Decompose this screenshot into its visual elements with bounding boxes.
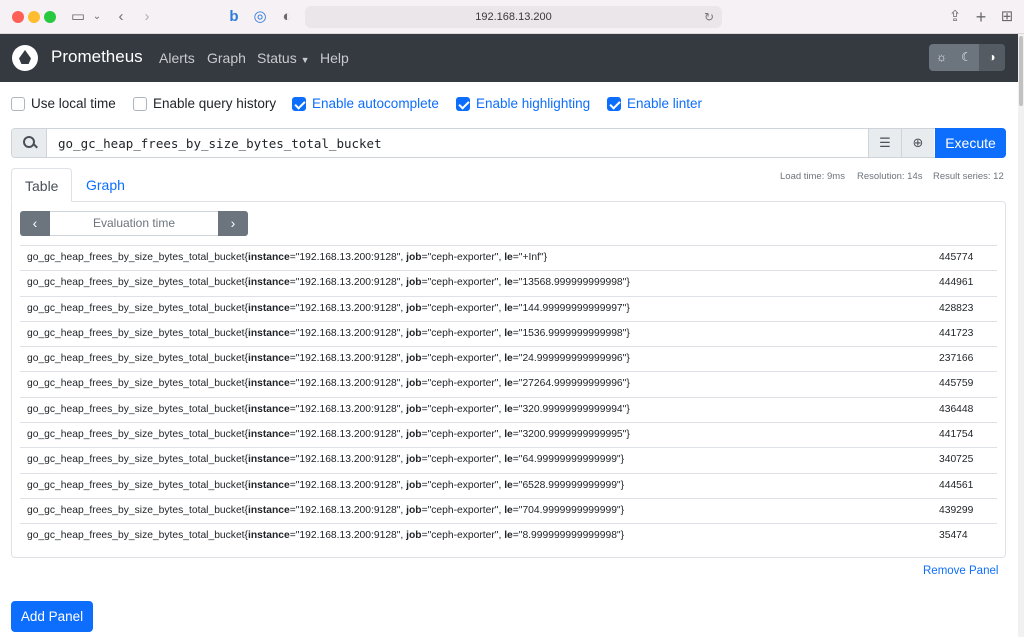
minimize-window-button[interactable] xyxy=(28,11,40,23)
series-label: go_gc_heap_frees_by_size_bytes_total_buc… xyxy=(27,429,630,441)
series-value: 444961 xyxy=(939,277,974,289)
series-value: 436448 xyxy=(939,403,974,415)
expression-input[interactable]: go_gc_heap_frees_by_size_bytes_total_buc… xyxy=(58,136,382,151)
use-local-time-checkbox[interactable] xyxy=(11,97,25,111)
series-label: go_gc_heap_frees_by_size_bytes_total_buc… xyxy=(27,277,630,289)
nav-status-label: Status xyxy=(257,50,297,66)
query-history-label: Enable query history xyxy=(153,96,277,111)
table-row: go_gc_heap_frees_by_size_bytes_total_buc… xyxy=(20,523,997,548)
navbar: Prometheus Alerts Graph Status ▼ Help ☼ … xyxy=(0,34,1018,82)
series-label: go_gc_heap_frees_by_size_bytes_total_buc… xyxy=(27,479,625,491)
page-scrollbar[interactable] xyxy=(1018,34,1024,637)
brand-link[interactable]: Prometheus xyxy=(51,47,143,67)
dark-theme-icon[interactable]: ☾ xyxy=(954,44,979,71)
nav-status[interactable]: Status ▼ xyxy=(257,50,310,66)
caret-down-icon: ▼ xyxy=(300,55,310,65)
execute-button[interactable]: Execute xyxy=(935,128,1006,158)
auto-theme-icon[interactable]: ◑ xyxy=(979,44,1005,71)
zoom-window-button[interactable] xyxy=(44,11,56,23)
url-text: 192.168.13.200 xyxy=(475,11,552,23)
table-row: go_gc_heap_frees_by_size_bytes_total_buc… xyxy=(20,396,997,422)
nav-graph[interactable]: Graph xyxy=(207,50,246,66)
query-history-checkbox[interactable] xyxy=(133,97,147,111)
linter-checkbox[interactable] xyxy=(607,97,621,111)
prometheus-logo-icon[interactable] xyxy=(12,45,38,71)
next-time-button[interactable]: › xyxy=(218,211,248,236)
share-icon[interactable]: ⇪ xyxy=(946,7,964,27)
forward-arrow-icon[interactable]: › xyxy=(139,7,155,27)
linter-label: Enable linter xyxy=(627,96,703,111)
table-row: go_gc_heap_frees_by_size_bytes_total_buc… xyxy=(20,422,997,447)
autocomplete-checkbox[interactable] xyxy=(292,97,306,111)
nav-alerts[interactable]: Alerts xyxy=(159,50,195,66)
sidebar-toggle-icon[interactable]: ▭ xyxy=(68,7,88,27)
browser-toolbar: ▭ ⌄ ‹ › b ◎ ◐ 192.168.13.200 ↻ ⇪ + ⊞ xyxy=(0,0,1024,34)
highlighting-checkbox[interactable] xyxy=(456,97,470,111)
evaluation-time-picker: ‹ Evaluation time › xyxy=(20,211,248,236)
series-label: go_gc_heap_frees_by_size_bytes_total_buc… xyxy=(27,504,625,516)
expression-input-group: go_gc_heap_frees_by_size_bytes_total_buc… xyxy=(11,128,1006,158)
tab-overview-icon[interactable]: ⊞ xyxy=(998,7,1016,27)
format-expression-icon[interactable]: ☰ xyxy=(868,129,901,157)
table-row: go_gc_heap_frees_by_size_bytes_total_buc… xyxy=(20,346,997,371)
table-row: go_gc_heap_frees_by_size_bytes_total_buc… xyxy=(20,371,997,396)
tab-table[interactable]: Table xyxy=(11,168,72,202)
series-value: 441754 xyxy=(939,429,974,441)
series-label: go_gc_heap_frees_by_size_bytes_total_buc… xyxy=(27,252,548,263)
series-value: 439299 xyxy=(939,504,974,516)
autocomplete-label: Enable autocomplete xyxy=(312,96,439,111)
close-window-button[interactable] xyxy=(12,11,24,23)
resolution-stat: Resolution: 14s xyxy=(857,171,923,182)
table-row: go_gc_heap_frees_by_size_bytes_total_buc… xyxy=(20,245,997,270)
series-label: go_gc_heap_frees_by_size_bytes_total_buc… xyxy=(27,302,630,314)
result-series-stat: Result series: 12 xyxy=(933,171,1004,182)
series-value: 441723 xyxy=(939,327,974,339)
table-row: go_gc_heap_frees_by_size_bytes_total_buc… xyxy=(20,295,997,321)
table-row: go_gc_heap_frees_by_size_bytes_total_buc… xyxy=(20,472,997,498)
search-icon xyxy=(12,129,47,157)
table-row: go_gc_heap_frees_by_size_bytes_total_buc… xyxy=(20,270,997,295)
series-value: 445774 xyxy=(939,252,974,263)
series-value: 35474 xyxy=(939,530,968,542)
table-row: go_gc_heap_frees_by_size_bytes_total_buc… xyxy=(20,320,997,346)
light-theme-icon[interactable]: ☼ xyxy=(929,44,954,71)
results-table: go_gc_heap_frees_by_size_bytes_total_buc… xyxy=(20,245,997,549)
series-label: go_gc_heap_frees_by_size_bytes_total_buc… xyxy=(27,403,630,415)
metrics-explorer-icon[interactable]: ⊕ xyxy=(901,129,934,157)
table-row: go_gc_heap_frees_by_size_bytes_total_buc… xyxy=(20,447,997,472)
series-label: go_gc_heap_frees_by_size_bytes_total_buc… xyxy=(27,353,630,365)
reload-icon[interactable]: ↻ xyxy=(704,6,714,28)
add-panel-button[interactable]: Add Panel xyxy=(11,601,93,632)
series-value: 444561 xyxy=(939,479,974,491)
remove-panel-link[interactable]: Remove Panel xyxy=(923,565,998,577)
new-tab-icon[interactable]: + xyxy=(972,7,990,27)
series-value: 237166 xyxy=(939,353,974,365)
bing-extension-icon[interactable]: b xyxy=(226,7,242,27)
evaluation-time-input[interactable]: Evaluation time xyxy=(50,211,218,236)
load-time-stat: Load time: 9ms xyxy=(780,171,845,182)
series-value: 340725 xyxy=(939,454,974,466)
privacy-shield-icon[interactable]: ◐ xyxy=(279,7,295,27)
series-label: go_gc_heap_frees_by_size_bytes_total_buc… xyxy=(27,327,630,339)
translate-extension-icon[interactable]: ◎ xyxy=(252,7,268,27)
address-bar[interactable]: 192.168.13.200 ↻ xyxy=(305,6,722,28)
use-local-time-label: Use local time xyxy=(31,96,116,111)
series-value: 445759 xyxy=(939,378,974,390)
highlighting-label: Enable highlighting xyxy=(476,96,591,111)
theme-toggle-group: ☼ ☾ ◑ xyxy=(929,44,1005,71)
series-label: go_gc_heap_frees_by_size_bytes_total_buc… xyxy=(27,454,625,466)
series-value: 428823 xyxy=(939,302,974,314)
series-label: go_gc_heap_frees_by_size_bytes_total_buc… xyxy=(27,530,625,542)
previous-time-button[interactable]: ‹ xyxy=(20,211,50,236)
chevron-down-icon[interactable]: ⌄ xyxy=(91,7,103,27)
scrollbar-thumb[interactable] xyxy=(1019,36,1023,106)
back-arrow-icon[interactable]: ‹ xyxy=(113,7,129,27)
series-label: go_gc_heap_frees_by_size_bytes_total_buc… xyxy=(27,378,630,390)
tab-graph[interactable]: Graph xyxy=(73,168,138,202)
nav-help[interactable]: Help xyxy=(320,50,349,66)
table-row: go_gc_heap_frees_by_size_bytes_total_buc… xyxy=(20,497,997,523)
